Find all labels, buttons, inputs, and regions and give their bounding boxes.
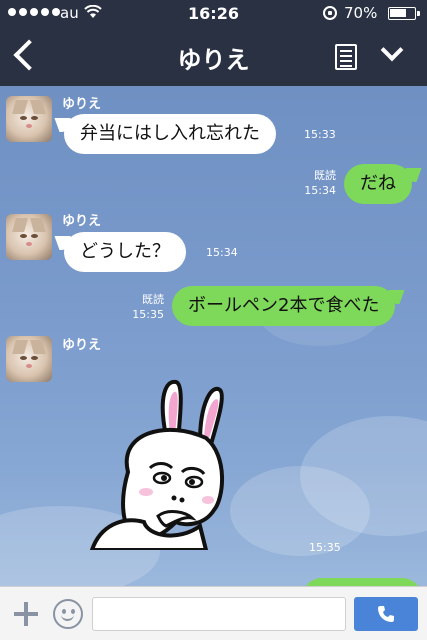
message-bubble[interactable]: どうした？ (64, 232, 186, 272)
message-input[interactable] (92, 597, 346, 631)
sender-name: ゆりえ (62, 214, 102, 229)
chat-title: ゆりえ (177, 46, 250, 74)
message-time: 15:33 (304, 128, 336, 141)
composer-bar (0, 586, 427, 640)
call-button[interactable] (354, 597, 418, 631)
message-bubble[interactable]: ボールペン2本で食べた (172, 286, 396, 326)
header: au 16:26 70% ゆりえ (0, 0, 427, 86)
emoji-icon[interactable] (53, 599, 83, 629)
message-time: 15:34 (206, 246, 238, 259)
avatar[interactable] (6, 96, 52, 142)
avatar[interactable] (6, 214, 52, 260)
avatar[interactable] (6, 336, 52, 382)
status-bar: au 16:26 70% (0, 0, 427, 28)
message-bubble[interactable]: だね (344, 164, 412, 204)
message-bubble[interactable]: 弁当にはし入れ忘れた (64, 114, 276, 154)
plus-icon[interactable] (14, 602, 38, 626)
rabbit-sticker[interactable] (88, 376, 228, 550)
message-time: 15:34 (304, 184, 336, 197)
message-bubble-partial[interactable] (302, 578, 422, 586)
message-meta: 既読 15:35 (118, 292, 164, 322)
battery-icon (388, 7, 416, 20)
chat-area[interactable]: ゆりえ 弁当にはし入れ忘れた 15:33 既読 15:34 だね ゆりえ どうし… (0, 86, 427, 586)
read-receipt: 既読 (142, 293, 164, 306)
message-time: 15:35 (132, 308, 164, 321)
battery-percent: 70% (344, 4, 378, 22)
read-receipt: 既読 (314, 169, 336, 182)
sender-name: ゆりえ (62, 338, 102, 353)
message-meta: 既読 15:34 (290, 168, 336, 198)
rotation-lock-icon (323, 6, 337, 20)
phone-icon (378, 606, 394, 622)
nav-bar: ゆりえ (0, 28, 427, 86)
sender-name: ゆりえ (62, 97, 102, 112)
message-time: 15:35 (309, 541, 341, 554)
note-icon[interactable] (335, 44, 357, 70)
